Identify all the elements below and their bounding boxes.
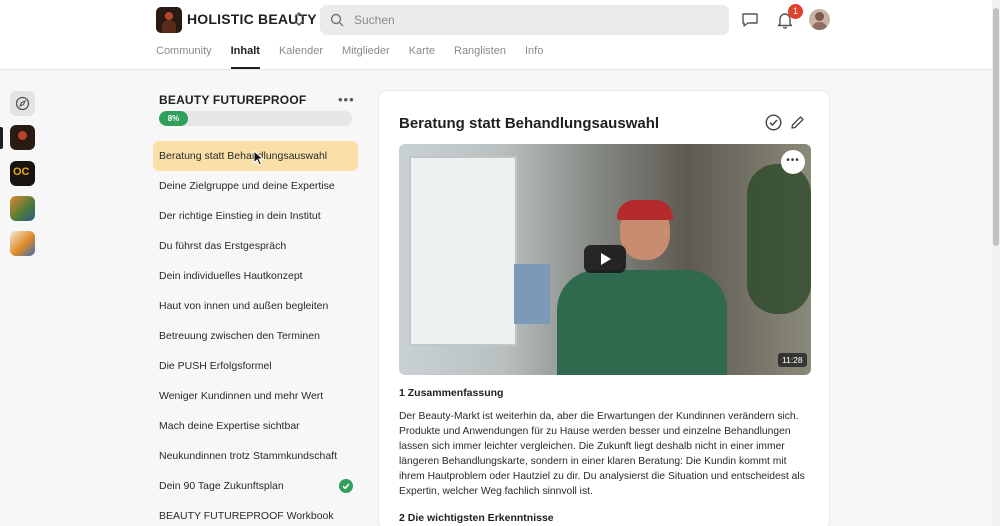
rail-active-indicator [0, 127, 3, 149]
check-circle-icon[interactable] [765, 114, 782, 131]
notification-badge: 1 [788, 4, 803, 19]
tab-mitglieder[interactable]: Mitglieder [342, 45, 390, 69]
lesson-item[interactable]: Die PUSH Erfolgsformel [153, 351, 358, 381]
section-heading: 1 Zusammenfassung [399, 387, 504, 399]
lesson-title: Du führst das Erstgespräch [159, 240, 287, 252]
lesson-item[interactable]: Weniger Kundinnen und mehr Wert [153, 381, 358, 411]
lesson-item[interactable]: Mach deine Expertise sichtbar [153, 411, 358, 441]
course-progress-bar: 8% [159, 111, 352, 126]
chevron-updown-icon[interactable] [292, 10, 306, 28]
tab-inhalt[interactable]: Inhalt [230, 45, 261, 69]
video-player[interactable]: ••• 11:28 [399, 144, 811, 375]
community-rail [0, 71, 44, 526]
community-icon-oc[interactable] [10, 161, 35, 186]
person-body [557, 270, 727, 375]
lesson-title: Weniger Kundinnen und mehr Wert [159, 390, 324, 402]
section-heading: 2 Die wichtigsten Erkenntnisse [399, 512, 554, 524]
tab-karte[interactable]: Karte [409, 45, 435, 69]
lesson-item[interactable]: BEAUTY FUTUREPROOF Workbook [153, 501, 358, 526]
chat-icon[interactable] [740, 10, 760, 30]
page-scrollbar[interactable] [992, 0, 1000, 526]
lesson-item[interactable]: Der richtige Einstieg in dein Institut [153, 201, 358, 231]
video-thumbnail-person [557, 200, 727, 375]
search-icon [330, 13, 344, 27]
lesson-title: Dein individuelles Hautkonzept [159, 270, 303, 282]
community-icon-3[interactable] [10, 196, 35, 221]
lesson-title: Dein 90 Tage Zukunftsplan [159, 480, 284, 492]
course-more-button[interactable]: ••• [338, 92, 355, 107]
lesson-title: Betreuung zwischen den Terminen [159, 330, 320, 342]
user-avatar[interactable] [809, 9, 830, 30]
top-header: HOLISTIC BEAUTY 1 Community Inhalt Kalen… [0, 0, 992, 70]
pencil-icon[interactable] [790, 115, 805, 130]
lesson-list: Beratung statt Behandlungsauswahl Deine … [153, 141, 358, 526]
lesson-title-heading: Beratung statt Behandlungsauswahl [399, 115, 660, 132]
mouse-cursor-icon [253, 150, 264, 166]
lesson-title: BEAUTY FUTUREPROOF Workbook [159, 510, 334, 522]
video-thumbnail [409, 156, 517, 346]
explore-button[interactable] [10, 91, 35, 116]
lesson-content-card: Beratung statt Behandlungsauswahl ••• 11… [378, 90, 830, 526]
lesson-title: Der richtige Einstieg in dein Institut [159, 210, 321, 222]
community-logo[interactable] [156, 7, 182, 33]
lesson-title: Die PUSH Erfolgsformel [159, 360, 272, 372]
lesson-item[interactable]: Dein individuelles Hautkonzept [153, 261, 358, 291]
tab-community[interactable]: Community [156, 45, 212, 69]
search-bar[interactable] [320, 5, 729, 35]
lesson-item[interactable]: Betreuung zwischen den Terminen [153, 321, 358, 351]
scrollbar-thumb[interactable] [993, 8, 999, 246]
search-input[interactable] [354, 5, 714, 35]
person-cap [617, 200, 673, 220]
tab-info[interactable]: Info [525, 45, 543, 69]
lesson-item[interactable]: Haut von innen und außen begleiten [153, 291, 358, 321]
lesson-item[interactable]: Dein 90 Tage Zukunftsplan [153, 471, 358, 501]
course-progress-fill: 8% [159, 111, 188, 126]
video-thumbnail-plant [747, 164, 811, 314]
video-thumbnail-detail [514, 264, 550, 324]
tab-kalender[interactable]: Kalender [279, 45, 323, 69]
main-tabs: Community Inhalt Kalender Mitglieder Kar… [156, 45, 562, 69]
lesson-item[interactable]: Neukundinnen trotz Stammkundschaft [153, 441, 358, 471]
course-title: BEAUTY FUTUREPROOF [159, 93, 307, 107]
community-icon-holistic-beauty[interactable] [10, 125, 35, 150]
lesson-item[interactable]: Deine Zielgruppe und deine Expertise [153, 171, 358, 201]
completed-check-icon [339, 479, 353, 493]
lesson-title: Beratung statt Behandlungsauswahl [159, 150, 328, 162]
lesson-title: Mach deine Expertise sichtbar [159, 420, 300, 432]
tab-ranglisten[interactable]: Ranglisten [454, 45, 506, 69]
lesson-item[interactable]: Du führst das Erstgespräch [153, 231, 358, 261]
community-icon-4[interactable] [10, 231, 35, 256]
video-more-button[interactable]: ••• [781, 150, 805, 174]
video-duration: 11:28 [778, 353, 807, 367]
lesson-title: Haut von innen und außen begleiten [159, 300, 329, 312]
play-button[interactable] [584, 245, 626, 273]
section-text: Der Beauty-Markt ist weiterhin da, aber … [399, 411, 805, 497]
lesson-title: Neukundinnen trotz Stammkundschaft [159, 450, 338, 462]
lesson-title: Deine Zielgruppe und deine Expertise [159, 180, 335, 192]
compass-icon [15, 96, 30, 111]
